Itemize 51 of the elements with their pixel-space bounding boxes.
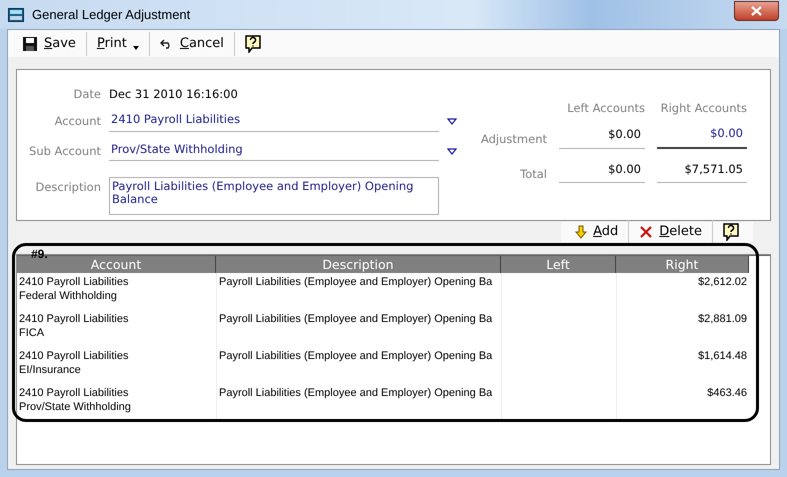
dropdown-caret-icon[interactable]: [447, 118, 457, 125]
amount-field[interactable]: $0.00: [657, 121, 747, 148]
account-text: 2410 Payroll Liabilities: [19, 312, 130, 326]
cancel-button[interactable]: Cancel: [154, 30, 230, 58]
sub-account-text: FICA: [19, 326, 46, 340]
column-heading: Right Accounts: [660, 100, 747, 117]
field-label: Account: [54, 113, 101, 130]
print-button[interactable]: Print: [90, 30, 145, 58]
close-button[interactable]: [734, 0, 779, 20]
field-label: Sub Account: [28, 143, 101, 160]
table-cell: Payroll Liabilities (Employee and Employer) Opening Ba: [216, 310, 501, 347]
amount-field[interactable]: $0.00: [559, 122, 645, 148]
amount-field: $0.00: [559, 156, 645, 183]
row-label: Adjustment: [480, 131, 547, 148]
amount-field: $7,571.05: [657, 156, 747, 183]
sub-account-text: Federal Withholding: [19, 289, 118, 303]
sub-account-text: EI/Insurance: [19, 363, 82, 377]
table-cell: $1,614.48: [616, 347, 749, 384]
table-cell: $2,612.02: [616, 273, 749, 310]
row-label: Total: [519, 166, 547, 182]
help-icon: [723, 223, 739, 241]
dropdown-caret-icon: [132, 46, 139, 50]
save-button[interactable]: Save: [16, 30, 82, 58]
sub-account-field[interactable]: Prov/State Withholding: [109, 141, 439, 162]
field-label: Description: [34, 178, 101, 196]
date-value: Dec 31 2010 16:16:00: [109, 86, 239, 103]
account-text: 2410 Payroll Liabilities: [19, 275, 130, 289]
column-header[interactable]: Description: [216, 256, 501, 273]
delete-button[interactable]: Delete: [633, 218, 708, 246]
column-heading: Left Accounts: [566, 100, 645, 117]
table-cell: Payroll Liabilities (Employee and Employer) Opening Ba: [216, 347, 501, 384]
table-cell: Payroll Liabilities (Employee and Employer) Opening Ba: [216, 273, 501, 310]
sub-account-text: Prov/State Withholding: [19, 400, 132, 414]
close-icon: [751, 6, 762, 16]
table-cell: Payroll Liabilities (Employee and Employer) Opening Ba: [216, 384, 501, 421]
window-title: General Ledger Adjustment: [32, 6, 190, 24]
help-icon: [244, 34, 261, 52]
account-text: 2410 Payroll Liabilities: [19, 349, 130, 363]
down-arrow-icon: [575, 225, 588, 239]
account-field[interactable]: 2410 Payroll Liabilities: [109, 111, 439, 132]
column-header[interactable]: Left: [501, 256, 616, 273]
table-cell: $463.46: [616, 384, 749, 421]
column-header[interactable]: Right: [616, 256, 749, 273]
description-field[interactable]: Payroll Liabilities (Employee and Employer) Opening Balance: [109, 176, 439, 215]
field-label: Date: [72, 86, 101, 103]
table-cell: $2,881.09: [616, 310, 749, 347]
add-button[interactable]: Add: [569, 218, 624, 246]
delete-x-icon: [639, 225, 654, 239]
dropdown-caret-icon[interactable]: [447, 148, 457, 155]
calculator-icon: [8, 8, 24, 22]
account-text: 2410 Payroll Liabilities: [19, 386, 130, 400]
